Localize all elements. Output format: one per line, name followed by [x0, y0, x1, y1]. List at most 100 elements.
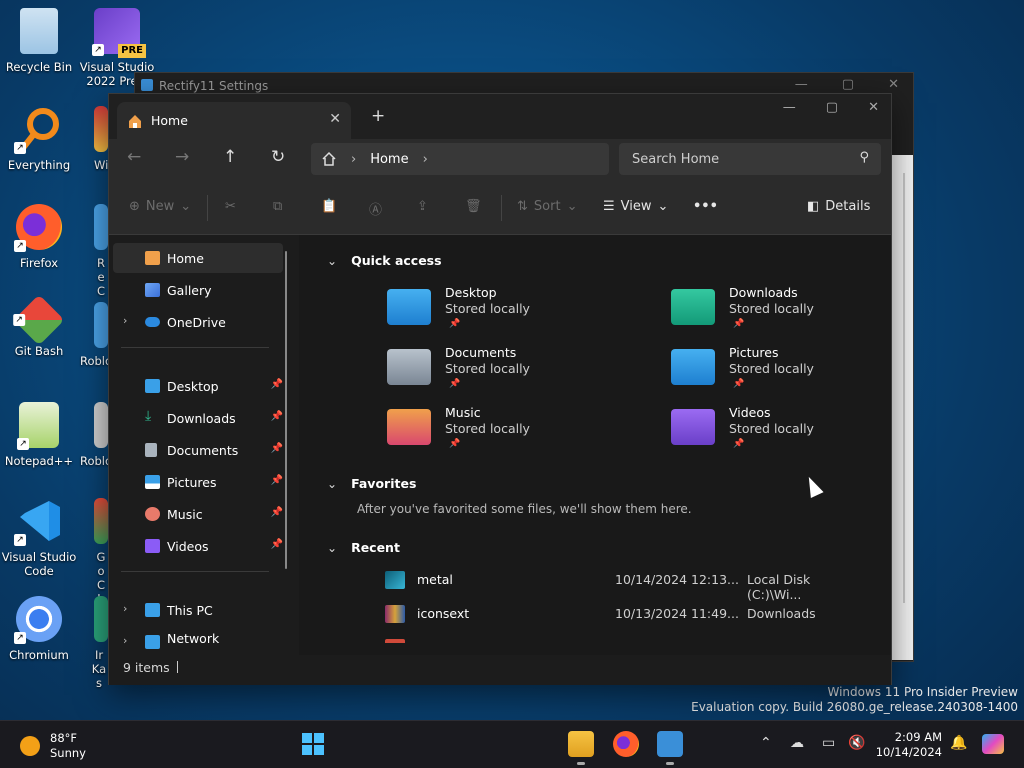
view-button[interactable]: ☰ View ⌄ [603, 199, 668, 214]
clock[interactable]: 2:09 AM 10/14/2024 [872, 730, 942, 760]
chevron-down-icon[interactable]: ⌄ [327, 541, 337, 555]
close-icon[interactable]: ✕ [868, 100, 879, 115]
back-arrow-icon[interactable]: ← [127, 147, 141, 167]
cut-icon[interactable]: ✂ [225, 199, 236, 214]
running-indicator [666, 762, 674, 765]
chevron-right-icon[interactable]: › [123, 314, 127, 327]
breadcrumb-home[interactable]: Home [370, 152, 408, 167]
weather-widget[interactable]: 88°F Sunny [20, 731, 86, 761]
start-button[interactable] [302, 733, 324, 755]
desktop-icon-everything[interactable]: ↗ Everything [0, 106, 78, 172]
taskbar-rectify11-settings[interactable] [657, 731, 683, 765]
desktop-icon-col2-2[interactable]: Wi [78, 106, 108, 172]
show-hidden-icons-chevron-icon[interactable]: ⌃ [760, 735, 772, 751]
chevron-right-icon[interactable]: › [123, 634, 127, 647]
scrollbar[interactable] [903, 173, 905, 603]
quick-access-music[interactable]: Music Stored locally 📌 [387, 403, 607, 459]
recent-row[interactable]: iconsext 10/13/2024 11:49... Downloads [385, 603, 865, 627]
shortcut-arrow-icon: ↗ [14, 534, 26, 546]
share-icon[interactable]: ⇪ [417, 199, 428, 214]
quick-access-documents[interactable]: Documents Stored locally 📌 [387, 343, 607, 399]
taskbar-firefox[interactable] [613, 731, 639, 757]
recent-row[interactable]: metal 10/14/2024 12:13... Local Disk (C:… [385, 569, 865, 602]
windows-logo-icon [302, 745, 312, 755]
notification-bell-icon[interactable]: 🔔 [950, 735, 967, 751]
up-arrow-icon[interactable]: ↑ [223, 147, 237, 167]
chevron-down-icon[interactable]: ⌄ [327, 254, 337, 268]
sidebar-scrollbar[interactable] [285, 251, 287, 569]
volume-muted-icon[interactable]: 🔇 [848, 735, 865, 751]
paste-icon[interactable]: 📋 [321, 199, 337, 214]
rename-icon[interactable]: Ⓐ [369, 199, 382, 218]
desktop-icon-col2-3[interactable]: Re Co [78, 204, 108, 312]
minimize-icon[interactable]: — [795, 77, 808, 92]
onedrive-offline-icon[interactable]: ☁ [790, 735, 804, 751]
search-input[interactable]: Search Home ⚲ [619, 143, 881, 175]
sidebar-item-music[interactable]: Music 📌 [113, 499, 283, 529]
git-bash-icon: ↗ [13, 294, 65, 346]
quick-access-desktop[interactable]: Desktop Stored locally 📌 [387, 283, 607, 339]
sidebar-item-desktop[interactable]: Desktop 📌 [113, 371, 283, 401]
sidebar-item-videos[interactable]: Videos 📌 [113, 531, 283, 561]
recent-row[interactable] [385, 637, 865, 643]
quick-access-downloads[interactable]: Downloads Stored locally 📌 [671, 283, 891, 339]
chevron-right-icon[interactable]: › [123, 602, 127, 615]
desktop-icon-notepad-plus-plus[interactable]: ↗ Notepad++ [0, 402, 78, 468]
plus-circle-icon: ⊕ [129, 199, 140, 214]
favorites-header[interactable]: ⌄ Favorites [327, 476, 416, 491]
sidebar-item-this-pc[interactable]: › This PC [113, 595, 283, 625]
more-options-button[interactable]: ••• [693, 199, 718, 214]
sort-button[interactable]: ⇅ Sort ⌄ [517, 199, 577, 214]
new-button[interactable]: ⊕ New ⌄ [129, 199, 191, 214]
copy-icon[interactable]: ⧉ [273, 199, 282, 214]
desktop-icon-col2-4[interactable]: Roblo [78, 302, 108, 368]
chevron-right-icon[interactable]: › [351, 152, 356, 167]
desktop-icon-firefox[interactable]: ↗ Firefox [0, 204, 78, 270]
taskbar-file-explorer[interactable] [568, 731, 594, 765]
desktop-icon-vscode[interactable]: ↗ Visual Studio Code [0, 498, 78, 578]
sidebar-item-documents[interactable]: Documents 📌 [113, 435, 283, 465]
quick-access-pictures[interactable]: Pictures Stored locally 📌 [671, 343, 891, 399]
delete-icon[interactable]: 🗑 [465, 199, 482, 214]
sidebar-item-home[interactable]: Home [113, 243, 283, 273]
breadcrumb[interactable]: › Home › [311, 143, 609, 175]
details-pane-icon: ◧ [807, 199, 820, 214]
maximize-icon[interactable]: ▢ [842, 77, 854, 92]
shortcut-arrow-icon: ↗ [14, 240, 26, 252]
details-button[interactable]: ◧ Details [807, 199, 870, 214]
minimize-icon[interactable]: — [783, 100, 796, 115]
sidebar-item-pictures[interactable]: Pictures 📌 [113, 467, 283, 497]
chevron-down-icon: ⌄ [566, 199, 578, 214]
network-icon[interactable]: ▭ [822, 735, 835, 751]
desktop-icon-git-bash[interactable]: ↗ Git Bash [0, 294, 78, 358]
recycle-bin-icon [20, 8, 58, 54]
windows-logo-icon [314, 745, 324, 755]
quick-access-videos[interactable]: Videos Stored locally 📌 [671, 403, 891, 459]
refresh-icon[interactable]: ↻ [271, 147, 285, 167]
desktop-icon-chromium[interactable]: ↗ Chromium [0, 596, 78, 662]
tab-home[interactable]: Home ✕ [117, 102, 351, 139]
close-tab-icon[interactable]: ✕ [329, 111, 341, 127]
maximize-icon[interactable]: ▢ [826, 100, 838, 115]
copilot-icon[interactable] [982, 734, 1004, 754]
desktop-icon-col2-6[interactable]: Go Ch [78, 498, 108, 606]
desktop-icon-recycle-bin[interactable]: Recycle Bin [0, 8, 78, 74]
recent-file-name: iconsext [417, 606, 470, 621]
sidebar-item-gallery[interactable]: Gallery [113, 275, 283, 305]
home-outline-icon[interactable] [321, 151, 337, 167]
downloads-icon: ⤓ [145, 408, 152, 424]
new-tab-button[interactable]: + [371, 106, 385, 126]
chevron-down-icon[interactable]: ⌄ [327, 477, 337, 491]
gallery-icon [145, 283, 160, 297]
forward-arrow-icon[interactable]: → [175, 147, 189, 167]
sidebar-item-downloads[interactable]: ⤓ Downloads 📌 [113, 403, 283, 433]
close-icon[interactable]: ✕ [888, 77, 899, 92]
sidebar-item-network[interactable]: › Network [113, 627, 283, 649]
watermark-line-1: Windows 11 Pro Insider Preview [827, 685, 1018, 699]
chevron-right-icon[interactable]: › [423, 152, 428, 167]
desktop-icon-col2-7[interactable]: Ir Kas [78, 596, 108, 690]
desktop-icon-col2-5[interactable]: Roblo [78, 402, 108, 468]
recent-header[interactable]: ⌄ Recent [327, 540, 400, 555]
sidebar-item-onedrive[interactable]: › OneDrive [113, 307, 283, 337]
quick-access-header[interactable]: ⌄ Quick access [327, 253, 442, 268]
